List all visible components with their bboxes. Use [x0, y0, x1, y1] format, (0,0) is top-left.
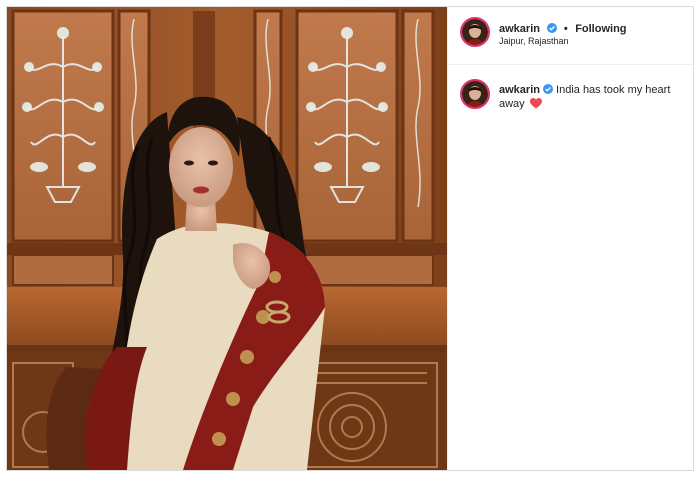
following-button[interactable]: Following: [575, 23, 626, 35]
post-card: awkarin • Following Jaipur, Rajasthan aw…: [6, 6, 694, 471]
verified-badge-icon: [547, 20, 558, 33]
verified-badge-icon: [542, 84, 553, 94]
post-photo-illustration: [7, 7, 447, 470]
caption-username[interactable]: awkarin: [499, 84, 540, 96]
profile-photo-icon: [462, 81, 488, 107]
red-heart-icon: [529, 98, 542, 109]
header-user-row: awkarin • Following: [499, 19, 627, 37]
post-author-username[interactable]: awkarin: [499, 23, 540, 35]
separator-dot: •: [563, 23, 568, 35]
post-sidebar: awkarin • Following Jaipur, Rajasthan aw…: [447, 7, 693, 470]
post-photo[interactable]: [7, 7, 447, 470]
avatar[interactable]: [460, 17, 490, 47]
caption-avatar[interactable]: [460, 79, 490, 109]
post-location[interactable]: Jaipur, Rajasthan: [499, 36, 569, 46]
profile-photo-icon: [462, 19, 488, 45]
caption-body: awkarin India has took my heart away: [499, 83, 685, 111]
post-header: awkarin • Following Jaipur, Rajasthan: [448, 7, 693, 65]
